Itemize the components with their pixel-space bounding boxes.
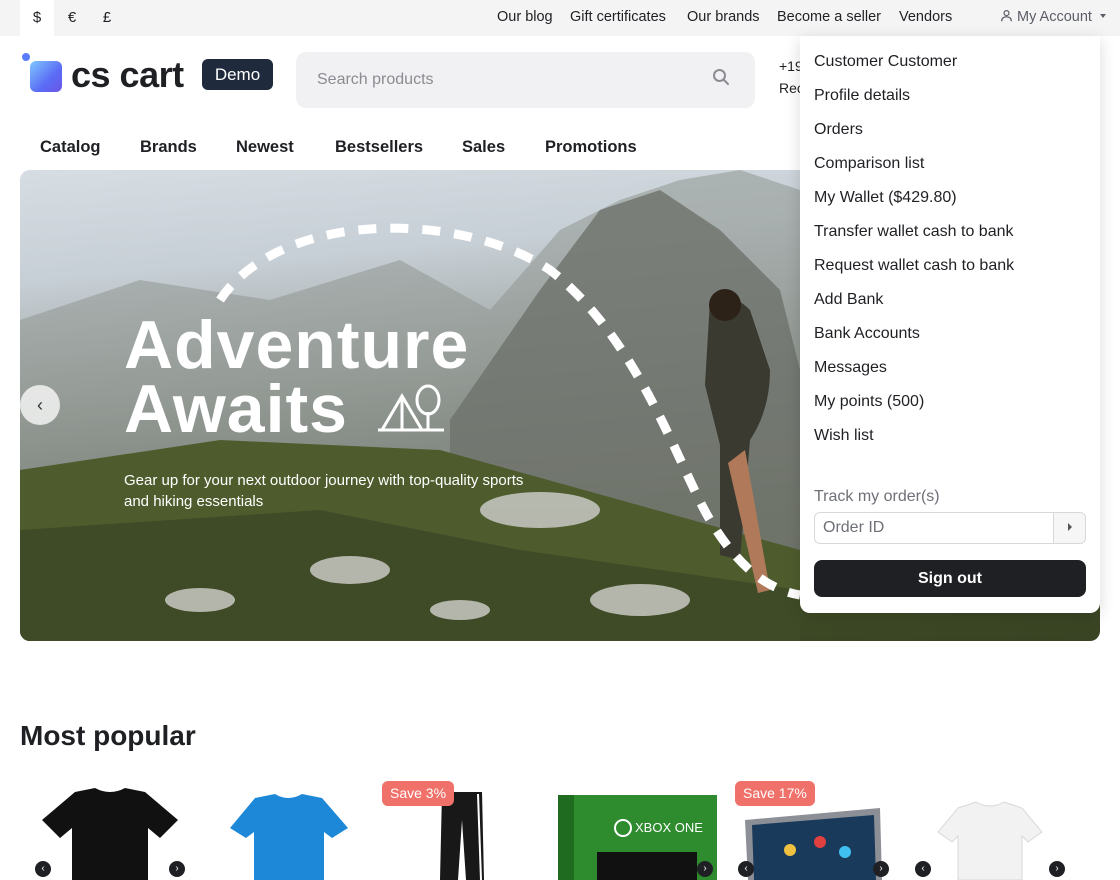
product-image: [42, 788, 178, 880]
chevron-left-icon[interactable]: ‹: [915, 861, 931, 877]
xbox-label: XBOX ONE: [635, 820, 703, 835]
search-button[interactable]: [712, 68, 742, 92]
product-card-xbox-one[interactable]: XBOX ONE: [557, 780, 717, 880]
chevron-left-icon[interactable]: ‹: [738, 861, 754, 877]
order-id-input[interactable]: [815, 513, 1053, 543]
top-link-vendors[interactable]: Vendors: [899, 9, 952, 25]
product-card-white-tshirt[interactable]: [910, 780, 1070, 880]
chevron-left-icon[interactable]: ‹: [35, 861, 51, 877]
save-badge: Save 17%: [735, 781, 815, 806]
tent-tree-icon: [377, 384, 444, 432]
currency-gbp[interactable]: £: [90, 0, 124, 36]
hero-title: Adventure Awaits: [124, 307, 470, 443]
hero-title-line1: Adventure: [124, 307, 470, 383]
product-image: [230, 794, 348, 880]
nav-catalog[interactable]: Catalog: [40, 138, 101, 157]
top-link-blog[interactable]: Our blog: [497, 9, 553, 25]
nav-sales[interactable]: Sales: [462, 138, 505, 157]
nav-newest[interactable]: Newest: [236, 138, 294, 157]
logo-mark: [30, 61, 62, 92]
account-menu-customer-name[interactable]: Customer Customer: [814, 53, 957, 71]
nav-brands[interactable]: Brands: [140, 138, 197, 157]
top-bar: $ € £ Our blog Gift certificates Our bra…: [0, 0, 1120, 36]
logo[interactable]: cs cart Demo: [22, 52, 282, 98]
account-menu-profile-details[interactable]: Profile details: [814, 87, 910, 105]
currency-eur[interactable]: €: [55, 0, 89, 36]
account-menu-messages[interactable]: Messages: [814, 359, 887, 377]
product-card-black-tshirt[interactable]: [30, 780, 190, 880]
hero-title-line2: Awaits: [124, 375, 469, 443]
top-link-gift-certificates[interactable]: Gift certificates: [570, 9, 666, 25]
chevron-right-icon[interactable]: ›: [697, 861, 713, 877]
account-menu-comparison-list[interactable]: Comparison list: [814, 155, 924, 173]
account-menu-request-wallet[interactable]: Request wallet cash to bank: [814, 257, 1014, 275]
search-input[interactable]: [296, 52, 706, 108]
product-image: [937, 801, 1043, 880]
phone-request-call[interactable]: Rec: [779, 80, 800, 96]
sign-out-button[interactable]: Sign out: [814, 560, 1086, 597]
my-account-toggle[interactable]: My Account: [1000, 9, 1107, 25]
logo-text: cs cart: [71, 54, 184, 95]
save-badge: Save 3%: [382, 781, 455, 806]
hero-subtitle: Gear up for your next outdoor journey wi…: [124, 472, 524, 510]
account-menu-transfer-wallet[interactable]: Transfer wallet cash to bank: [814, 223, 1014, 241]
chevron-right-icon[interactable]: ›: [1049, 861, 1065, 877]
caret-down-icon: [1099, 14, 1106, 18]
logo-dot: [22, 53, 30, 61]
chevron-right-icon[interactable]: ›: [169, 861, 185, 877]
nav-bestsellers[interactable]: Bestsellers: [335, 138, 423, 157]
track-order-submit[interactable]: [1053, 513, 1085, 543]
most-popular-title: Most popular: [20, 720, 196, 751]
hero-prev-button[interactable]: ‹: [20, 385, 60, 425]
nav-promotions[interactable]: Promotions: [545, 138, 637, 157]
chevron-right-icon[interactable]: ›: [873, 861, 889, 877]
top-link-brands[interactable]: Our brands: [687, 9, 760, 25]
product-card-blue-tshirt[interactable]: [210, 780, 370, 880]
track-order-box: [814, 512, 1086, 544]
account-dropdown: Customer Customer Profile details Orders…: [800, 36, 1100, 613]
demo-badge: Demo: [202, 59, 273, 90]
account-menu-wish-list[interactable]: Wish list: [814, 427, 874, 445]
caret-right-icon: [1067, 523, 1072, 531]
phone-number[interactable]: +19: [779, 58, 800, 74]
account-menu-bank-accounts[interactable]: Bank Accounts: [814, 325, 920, 343]
track-order-label: Track my order(s): [814, 488, 940, 505]
account-menu-orders[interactable]: Orders: [814, 121, 863, 139]
search-box: [296, 52, 755, 108]
my-account-label: My Account: [1017, 9, 1092, 25]
account-menu-add-bank[interactable]: Add Bank: [814, 291, 883, 309]
currency-usd[interactable]: $: [20, 0, 54, 36]
account-menu-my-wallet[interactable]: My Wallet ($429.80): [814, 189, 957, 207]
user-icon: [1001, 10, 1012, 22]
search-icon: [713, 69, 729, 85]
account-menu-my-points[interactable]: My points (500): [814, 393, 924, 411]
top-link-become-seller[interactable]: Become a seller: [777, 9, 881, 25]
